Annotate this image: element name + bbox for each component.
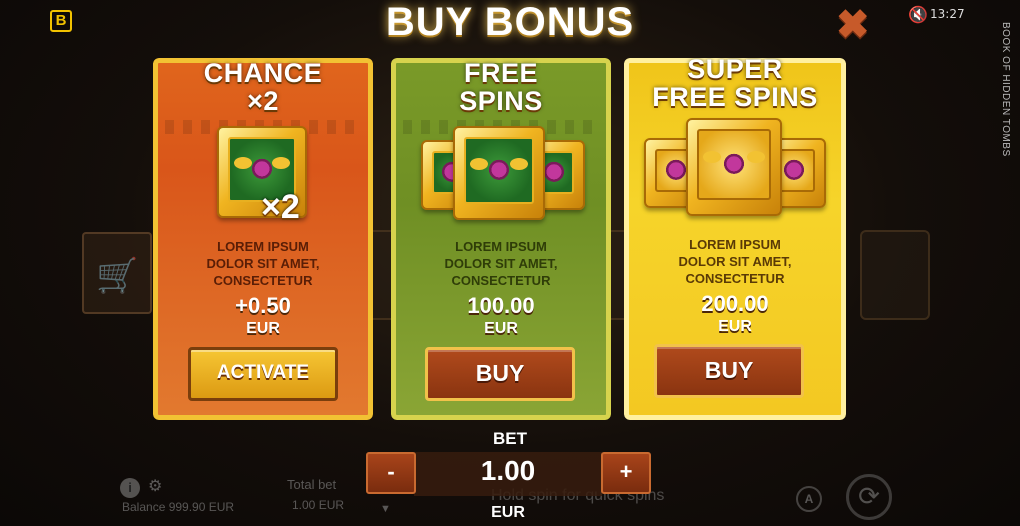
activate-button[interactable]: ACTIVATE: [188, 347, 338, 401]
clock: 13:27: [930, 7, 965, 21]
super-free-spins-card: SUPER FREE SPINS LOREM IPSUM DOLOR SIT A…: [624, 58, 846, 420]
scarab-icon: [252, 157, 272, 182]
spin-button[interactable]: ⟳: [846, 474, 892, 520]
chance-x2-card: CHANCE ×2 ×2 LOREM IPSUM DOLOR SIT AMET,…: [153, 58, 373, 420]
scarab-icon: [724, 152, 744, 177]
balance-label: Balance 999.90 EUR: [122, 500, 235, 514]
book-icon: [686, 118, 782, 216]
bet-value: 1.00: [480, 455, 536, 486]
bet-increase-button[interactable]: +: [601, 452, 651, 494]
card-currency: EUR: [246, 320, 280, 337]
card-title-sub: SPINS: [459, 86, 543, 116]
card-title: SUPER: [687, 58, 783, 84]
buy-free-spins-button[interactable]: BUY: [425, 347, 575, 401]
free-spins-card: FREE SPINS LOREM IPSUM DOLOR SIT AMET, C…: [391, 58, 611, 420]
card-desc-line: LOREM IPSUM: [689, 237, 781, 252]
card-title: FREE: [463, 58, 538, 88]
card-desc-line: CONSECTETUR: [213, 273, 313, 288]
background-reel: [860, 230, 930, 320]
buy-super-free-spins-button[interactable]: BUY: [654, 344, 804, 398]
card-desc-line: DOLOR SIT AMET,: [678, 254, 792, 269]
card-desc-line: LOREM IPSUM: [455, 239, 547, 254]
total-bet-label: Total bet: [287, 477, 337, 492]
bet-decrease-button[interactable]: -: [366, 452, 416, 494]
card-desc-line: DOLOR SIT AMET,: [206, 256, 320, 271]
card-desc-line: CONSECTETUR: [685, 271, 785, 286]
card-currency: EUR: [718, 318, 752, 335]
card-price: +0.50: [235, 293, 291, 318]
bet-currency: EUR: [491, 504, 525, 521]
game-name: BOOK OF HIDDEN TOMBS: [1000, 22, 1011, 157]
card-desc-line: LOREM IPSUM: [217, 239, 309, 254]
multiplier-tag: ×2: [261, 188, 300, 226]
chevron-down-icon[interactable]: ▼: [380, 503, 391, 515]
book-icon: [453, 126, 545, 220]
cart-icon: 🛒: [96, 257, 139, 295]
close-button[interactable]: ✖: [836, 5, 870, 45]
card-price: 200.00: [701, 291, 769, 316]
gear-icon[interactable]: ⚙: [148, 476, 162, 496]
card-price: 100.00: [467, 293, 535, 318]
bet-label: BET: [493, 429, 527, 448]
card-desc-line: DOLOR SIT AMET,: [444, 256, 558, 271]
autoplay-button[interactable]: A: [796, 486, 822, 512]
sound-muted-icon[interactable]: 🔇: [908, 5, 928, 25]
card-currency: EUR: [484, 320, 518, 337]
card-desc-line: CONSECTETUR: [451, 273, 551, 288]
info-icon[interactable]: i: [120, 478, 140, 498]
scarab-icon: [489, 158, 509, 183]
total-bet-value: 1.00 EUR: [292, 498, 345, 512]
card-title-sub: FREE SPINS: [652, 82, 818, 112]
card-title: CHANCE: [203, 58, 323, 88]
card-title-sub: ×2: [247, 86, 279, 116]
